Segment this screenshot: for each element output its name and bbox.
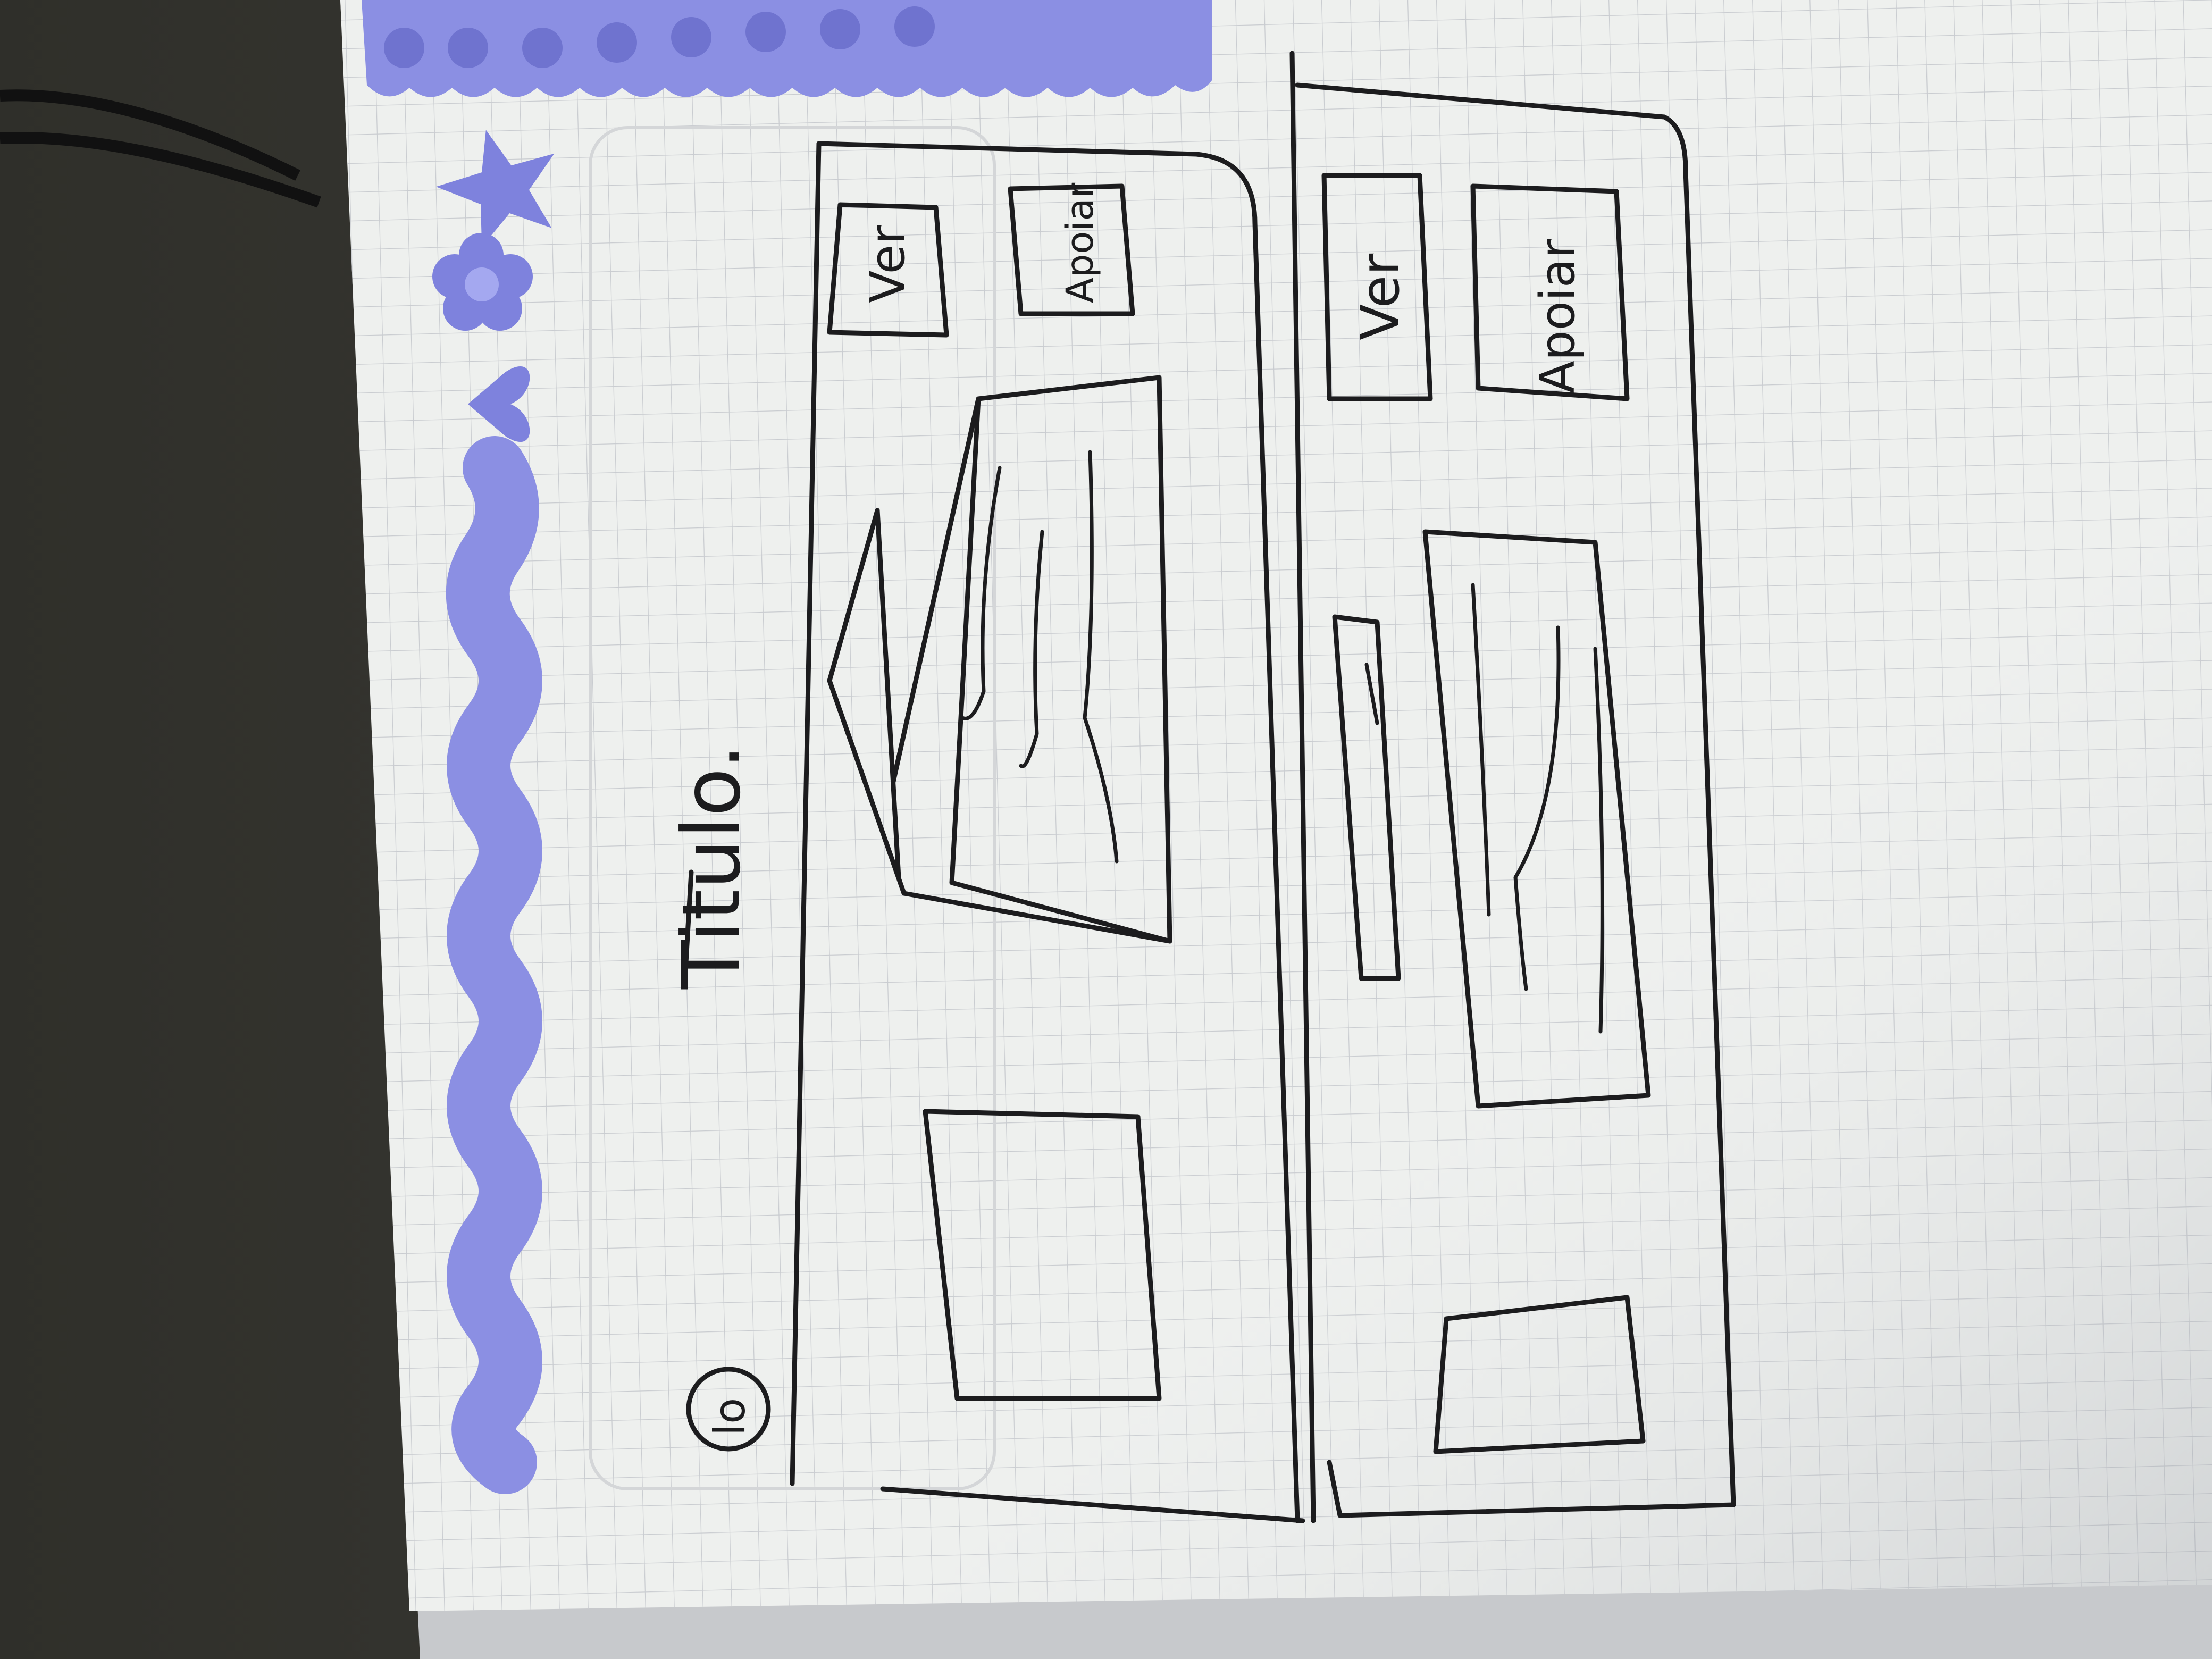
panel-bottom-ver-label: Ver	[1349, 253, 1411, 340]
sketch-title: Titulo.	[666, 744, 758, 990]
notebook-photo: Titulo. lo Ver Apoiar Ver Apoiar	[0, 0, 2212, 1659]
scallop-sticker-strip	[362, 0, 1212, 97]
photo-scene: Titulo. lo Ver Apoiar Ver Apoiar	[0, 0, 2212, 1659]
panel-top-ver-label: Ver	[860, 225, 916, 303]
washi-tape-strip	[446, 436, 542, 1494]
panel-bottom-apoiar-label: Apoiar	[1530, 239, 1586, 393]
logo-text: lo	[705, 1398, 755, 1436]
panel-top-apoiar-label: Apoiar	[1058, 183, 1102, 303]
